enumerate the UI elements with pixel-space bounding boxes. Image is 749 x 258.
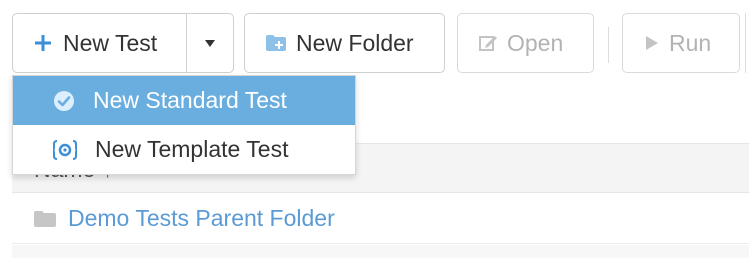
table-row[interactable]: Demo Tests Parent Folder xyxy=(12,194,749,244)
new-folder-label: New Folder xyxy=(296,29,414,56)
menu-item-new-template-test[interactable]: New Template Test xyxy=(13,125,355,174)
run-button[interactable]: Run xyxy=(622,13,740,73)
caret-down-icon xyxy=(205,39,215,47)
plus-icon xyxy=(33,33,53,53)
new-test-dropdown-menu: New Standard Test New Template Test xyxy=(12,75,356,175)
menu-item-new-standard-test[interactable]: New Standard Test xyxy=(13,76,355,125)
folder-plus-icon xyxy=(265,34,287,52)
new-test-button[interactable]: New Test xyxy=(12,13,187,73)
new-test-label: New Test xyxy=(63,29,158,56)
toolbar-edge-divider xyxy=(745,13,746,73)
new-folder-button[interactable]: New Folder xyxy=(244,13,445,73)
menu-item-label: New Template Test xyxy=(95,136,289,162)
test-explorer-view: New Test New Folder Open Run Demo Tests … xyxy=(0,0,749,258)
template-gear-icon xyxy=(53,139,77,161)
open-button[interactable]: Open xyxy=(457,13,594,73)
open-label: Open xyxy=(507,29,564,56)
new-test-dropdown-toggle[interactable] xyxy=(186,13,234,73)
folder-icon xyxy=(33,210,57,228)
toolbar-divider xyxy=(608,27,609,63)
edit-icon xyxy=(478,33,498,53)
check-circle-icon xyxy=(53,90,75,112)
play-icon xyxy=(645,35,659,51)
menu-item-label: New Standard Test xyxy=(93,87,287,113)
run-label: Run xyxy=(669,29,712,56)
table-row[interactable] xyxy=(12,245,749,258)
folder-name-link[interactable]: Demo Tests Parent Folder xyxy=(68,205,335,232)
